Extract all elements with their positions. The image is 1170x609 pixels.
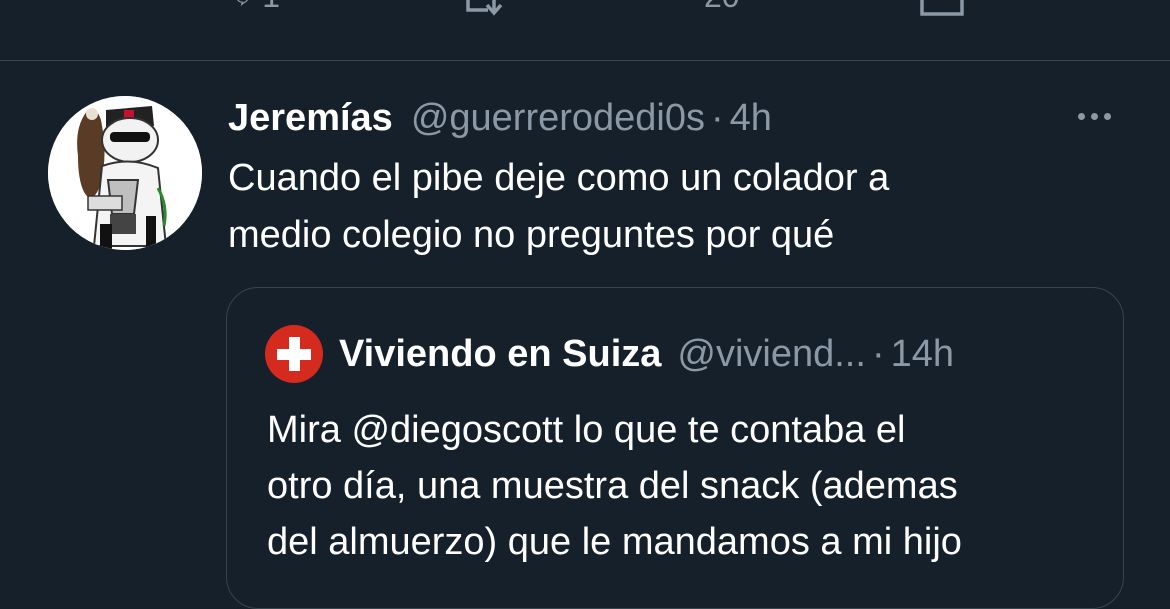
- quoted-author-handle: @viviend...: [677, 332, 866, 375]
- tweet-text: Cuando el pibe deje como un colador a me…: [228, 150, 1088, 264]
- avatar-illustration: [48, 96, 202, 250]
- more-icon-dot: [1090, 112, 1098, 120]
- tweet-text-line: Cuando el pibe deje como un colador a: [228, 157, 890, 199]
- separator-dot: ·: [871, 332, 885, 375]
- author-name[interactable]: Jeremías: [228, 97, 393, 140]
- quoted-text-line: del almuerzo) que le mandamos a mi hijo: [267, 521, 962, 563]
- share-button[interactable]: [918, 0, 964, 18]
- tweet-text-line: medio colegio no preguntes por qué: [228, 214, 835, 256]
- swiss-flag-icon: [265, 325, 323, 383]
- retweet-icon: [466, 0, 503, 16]
- tweet-header: Jeremías @guerrerodedi0s · 4h: [228, 92, 772, 144]
- quoted-tweet-header: Viviendo en Suiza @viviend... · 14h: [265, 324, 954, 384]
- reply-count: 1: [262, 0, 280, 12]
- user-avatar[interactable]: [48, 96, 202, 250]
- quoted-tweet-card[interactable]: Viviendo en Suiza @viviend... · 14h Mira…: [226, 287, 1124, 609]
- retweet-button[interactable]: [462, 0, 508, 18]
- previous-tweet-action-bar: 1 20: [0, 0, 1170, 61]
- quoted-author-name: Viviendo en Suiza: [339, 332, 662, 375]
- tweet-timestamp[interactable]: 4h: [730, 97, 772, 140]
- quoted-tweet-text: Mira @diegoscott lo que te contaba el ot…: [267, 402, 1107, 570]
- quoted-text-line: otro día, una muestra del snack (ademas: [267, 465, 958, 507]
- share-icon: [920, 0, 964, 16]
- quoted-text-line: Mira @diegoscott lo que te contaba el: [267, 409, 906, 451]
- like-count: 20: [704, 0, 740, 12]
- reply-button[interactable]: 1: [234, 0, 280, 18]
- quoted-tweet-timestamp: 14h: [890, 332, 954, 375]
- author-handle[interactable]: @guerrerodedi0s: [411, 97, 705, 140]
- more-options-button[interactable]: [1066, 100, 1122, 132]
- reply-icon: [237, 0, 249, 6]
- more-icon-dot: [1103, 112, 1111, 120]
- more-icon-dot: [1077, 112, 1085, 120]
- separator-dot: ·: [711, 96, 724, 139]
- like-button[interactable]: 20: [692, 0, 740, 18]
